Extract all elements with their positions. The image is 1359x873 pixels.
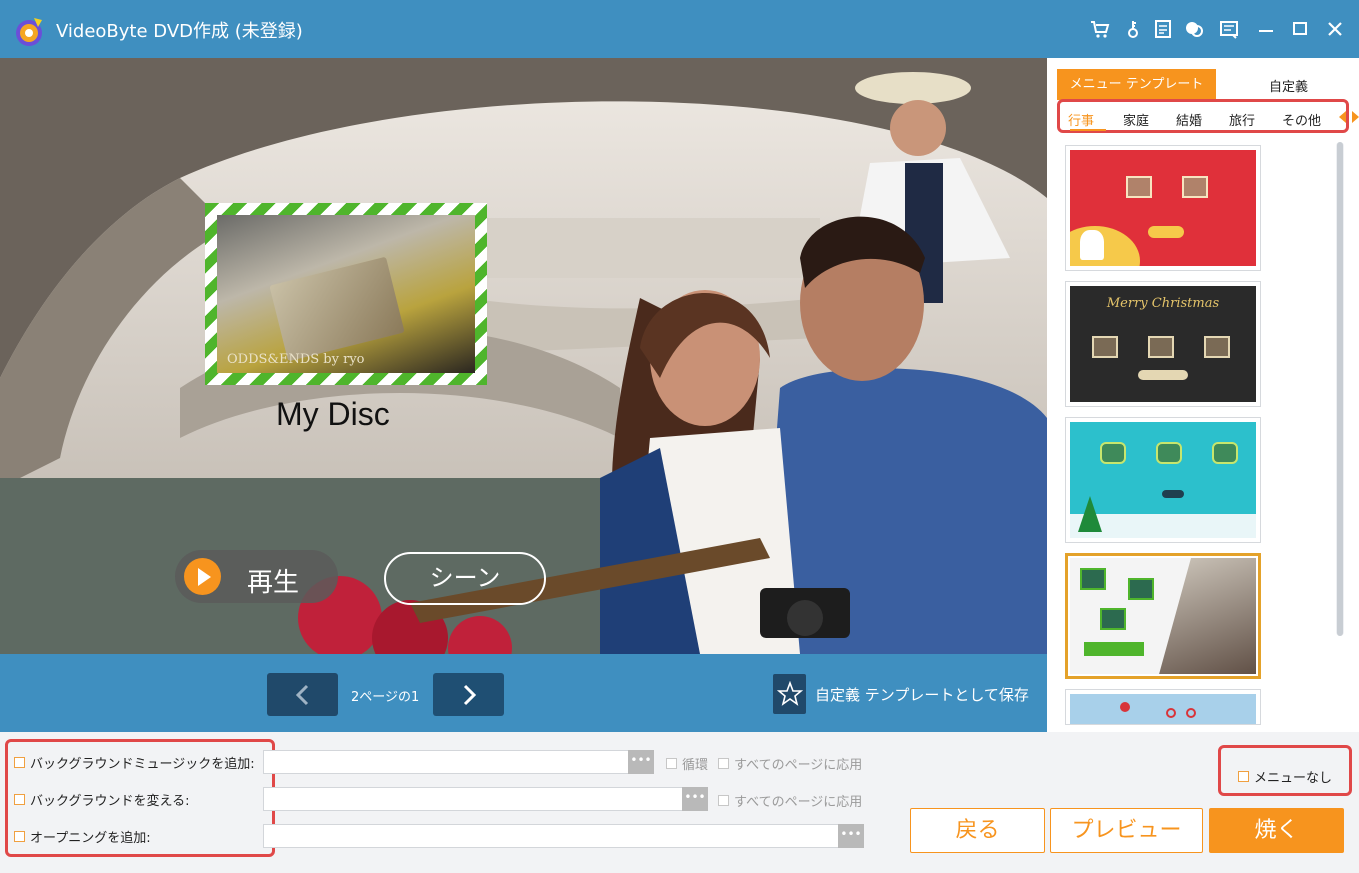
add-bgm-checkbox[interactable] <box>14 757 25 768</box>
category-scroll-arrows-icon[interactable] <box>1338 110 1359 124</box>
template-thumbnail[interactable] <box>1065 689 1261 725</box>
tab-menu-template[interactable]: メニュー テンプレート <box>1057 69 1216 100</box>
category-tabs: 行事 家庭 結婚 旅行 その他 <box>1057 99 1349 133</box>
maximize-icon[interactable] <box>1287 16 1313 42</box>
background-apply-all-option: すべてのページに応用 <box>718 791 862 810</box>
change-background-checkbox[interactable] <box>14 794 25 805</box>
chat-icon[interactable] <box>1181 16 1207 42</box>
category-events[interactable]: 行事 <box>1068 110 1094 129</box>
background-file-field[interactable] <box>263 787 683 811</box>
cart-icon[interactable] <box>1087 16 1113 42</box>
background-browse-button[interactable]: ••• <box>682 787 708 811</box>
bgm-browse-button[interactable]: ••• <box>628 750 654 774</box>
template-thumbnail[interactable]: Merry Christmas <box>1065 281 1261 407</box>
menu-preview: ODDS&ENDS by ryo My Disc 再生 シーン <box>0 58 1047 654</box>
template-preview-image <box>1070 422 1256 538</box>
template-preview-image <box>1070 694 1256 724</box>
previous-page-button[interactable] <box>267 673 338 716</box>
change-background-label: バックグラウンドを変える: <box>30 794 190 809</box>
feedback-icon[interactable] <box>1216 16 1242 42</box>
pager-bar: 2ページの1 自定義 テンプレートとして保存 <box>0 654 1047 732</box>
burn-button[interactable]: 焼く <box>1209 808 1344 853</box>
template-preview-image <box>1070 150 1256 266</box>
dvd-case-image <box>269 256 405 362</box>
template-preview-image <box>1070 558 1256 674</box>
key-icon[interactable] <box>1120 16 1146 42</box>
add-opening-option: オープニングを追加: <box>14 827 151 846</box>
change-background-option: バックグラウンドを変える: <box>14 790 189 809</box>
save-template-label[interactable]: 自定義 テンプレートとして保存 <box>815 684 1029 705</box>
add-opening-checkbox[interactable] <box>14 831 25 842</box>
background-apply-all-checkbox[interactable] <box>718 795 729 806</box>
title-thumbnail-frame[interactable]: ODDS&ENDS by ryo <box>205 203 487 385</box>
chevron-right-icon <box>463 684 476 705</box>
add-opening-label: オープニングを追加: <box>30 831 151 846</box>
next-page-button[interactable] <box>433 673 504 716</box>
active-category-underline <box>1070 129 1106 131</box>
chevron-left-icon <box>295 684 308 705</box>
category-travel[interactable]: 旅行 <box>1229 110 1255 129</box>
app-logo-icon <box>12 14 46 48</box>
christmas-script-text: Merry Christmas <box>1106 296 1220 311</box>
thumbnail-caption: ODDS&ENDS by ryo <box>227 352 365 367</box>
template-thumbnail[interactable] <box>1065 145 1261 271</box>
category-family[interactable]: 家庭 <box>1123 110 1149 129</box>
star-icon <box>776 681 803 706</box>
no-menu-option[interactable]: メニューなし <box>1238 767 1332 786</box>
opening-file-field[interactable] <box>263 824 839 848</box>
play-label: 再生 <box>247 568 300 598</box>
preview-button[interactable]: プレビュー <box>1050 808 1203 853</box>
disc-title[interactable]: My Disc <box>276 396 390 433</box>
category-wedding[interactable]: 結婚 <box>1176 110 1202 129</box>
template-panel: メニュー テンプレート 自定義 行事 家庭 結婚 旅行 その他 Merry Ch… <box>1047 58 1359 732</box>
bgm-apply-all-checkbox[interactable] <box>718 758 729 769</box>
opening-browse-button[interactable]: ••• <box>838 824 864 848</box>
options-area: バックグラウンドミュージックを追加: ••• 循環 すべてのページに応用 バック… <box>0 732 1359 873</box>
tab-custom[interactable]: 自定義 <box>1269 76 1308 95</box>
minimize-icon[interactable] <box>1253 16 1279 42</box>
close-icon[interactable] <box>1322 16 1348 42</box>
loop-option: 循環 <box>666 754 708 773</box>
background-apply-all-label: すべてのページに応用 <box>734 795 863 810</box>
app-title: VideoByte DVD作成 (未登録) <box>56 21 303 42</box>
play-icon <box>184 558 221 595</box>
add-bgm-label: バックグラウンドミュージックを追加: <box>30 757 255 772</box>
loop-checkbox[interactable] <box>666 758 677 769</box>
template-preview-image: Merry Christmas <box>1070 286 1256 402</box>
loop-label: 循環 <box>682 758 709 773</box>
bgm-apply-all-option: すべてのページに応用 <box>718 754 862 773</box>
page-indicator: 2ページの1 <box>351 690 420 705</box>
template-scrollbar-thumb[interactable] <box>1337 142 1343 636</box>
add-bgm-option: バックグラウンドミュージックを追加: <box>14 753 255 772</box>
template-thumbnail[interactable] <box>1065 417 1261 543</box>
scene-button[interactable]: シーン <box>384 552 546 605</box>
document-icon[interactable] <box>1150 16 1176 42</box>
bgm-file-field[interactable] <box>263 750 629 774</box>
title-thumbnail: ODDS&ENDS by ryo <box>217 215 475 373</box>
category-other[interactable]: その他 <box>1282 110 1321 129</box>
bgm-apply-all-label: すべてのページに応用 <box>734 758 863 773</box>
template-thumbnail-selected[interactable] <box>1065 553 1261 679</box>
save-template-button[interactable] <box>773 674 806 714</box>
no-menu-label: メニューなし <box>1254 771 1333 786</box>
title-bar: VideoByte DVD作成 (未登録) <box>0 0 1359 58</box>
back-button[interactable]: 戻る <box>910 808 1045 853</box>
no-menu-checkbox[interactable] <box>1238 771 1249 782</box>
play-button[interactable]: 再生 <box>175 550 338 603</box>
